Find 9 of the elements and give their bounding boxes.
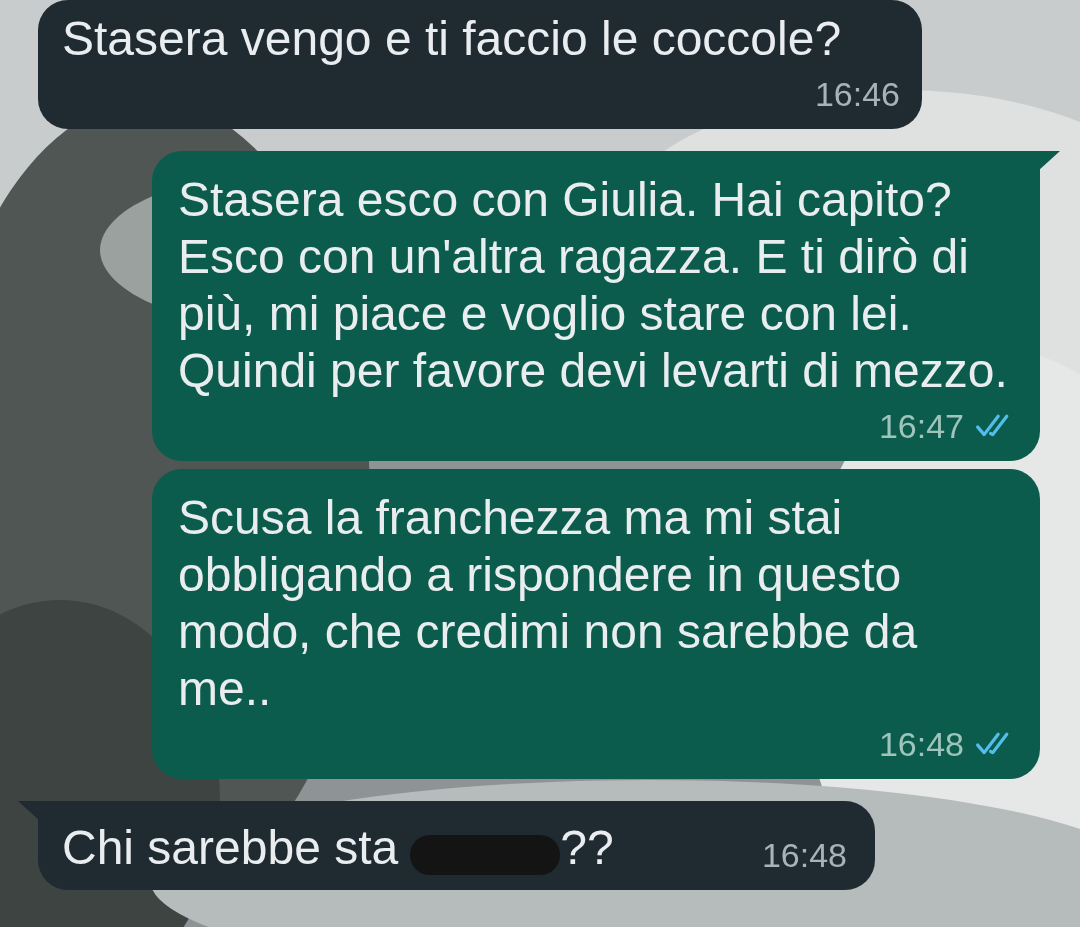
message-time: 16:48 [761, 835, 847, 876]
message-text: Stasera esco con Giulia. Hai capito? Esco con un'altra ragazza. E ti dirò di più, mi piace e voglio stare con lei. Quindi per favore devi levarti di mezzo. [178, 172, 1009, 399]
message-time: 16:46 [814, 74, 900, 115]
message-time: 16:47 [878, 406, 964, 447]
message-time: 16:48 [878, 724, 964, 765]
message-text: ?? [560, 820, 614, 876]
message-text: Chi sarebbe sta [62, 820, 399, 876]
message-text: Stasera vengo e ti faccio le coccole? [62, 11, 843, 67]
message-text: Scusa la franchezza ma mi stai obbligando a rispondere in questo modo, che credimi non sarebbe da me.. [178, 490, 919, 717]
